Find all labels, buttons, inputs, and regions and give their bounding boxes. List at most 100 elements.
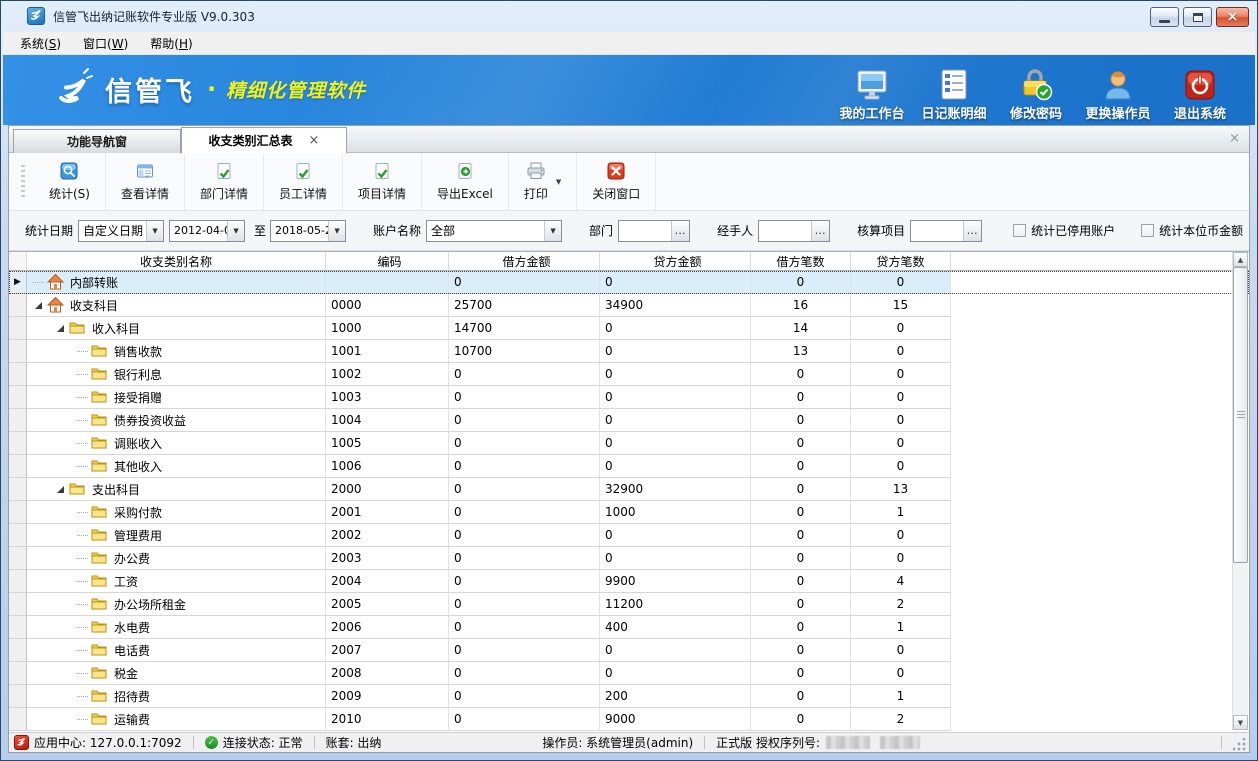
tabbar-close-icon[interactable]: ×: [1229, 131, 1240, 146]
table-row[interactable]: 办公场所租金200501120002: [9, 593, 1249, 616]
column-header-credit-count[interactable]: 贷方笔数: [851, 252, 951, 270]
row-selector[interactable]: [9, 478, 27, 501]
row-selector[interactable]: [9, 685, 27, 708]
expand-icon[interactable]: [35, 302, 42, 309]
switch-operator-button[interactable]: 更换操作员: [1077, 64, 1159, 122]
resize-grip-icon[interactable]: [1233, 738, 1246, 751]
chevron-down-icon[interactable]: ▼: [146, 221, 163, 241]
table-row[interactable]: 运输费20100900002: [9, 708, 1249, 731]
accounting-project-input[interactable]: …: [910, 220, 982, 242]
project-detail-button[interactable]: 项目详情: [343, 153, 422, 210]
exit-system-button[interactable]: 退出系统: [1159, 64, 1241, 122]
row-selector[interactable]: [9, 409, 27, 432]
expand-icon[interactable]: [57, 486, 64, 493]
account-name-select[interactable]: 全部 ▼: [426, 220, 562, 242]
row-selector[interactable]: [9, 616, 27, 639]
column-header-debit-amount[interactable]: 借方金额: [449, 252, 600, 270]
row-selector[interactable]: [9, 662, 27, 685]
tab-function-navigator[interactable]: 功能导航窗: [13, 129, 181, 153]
tab-close-icon[interactable]: ×: [309, 133, 320, 148]
table-row[interactable]: 收支科目000025700349001615: [9, 294, 1249, 317]
row-selector[interactable]: [9, 294, 27, 317]
table-row[interactable]: ▶内部转账0000: [9, 271, 1249, 294]
debit-amount-cell: 0: [449, 547, 600, 570]
scroll-down-icon[interactable]: ▼: [1233, 715, 1248, 730]
close-window-button[interactable]: 关闭窗口: [577, 153, 656, 210]
row-selector[interactable]: [9, 317, 27, 340]
row-selector[interactable]: [9, 593, 27, 616]
table-row[interactable]: 调账收入10050000: [9, 432, 1249, 455]
table-row[interactable]: 销售收款1001107000130: [9, 340, 1249, 363]
date-to-input[interactable]: 2018-05-21 ▼: [270, 220, 346, 242]
view-detail-button[interactable]: 查看详情: [106, 153, 185, 210]
department-detail-button[interactable]: 部门详情: [185, 153, 264, 210]
base-currency-amount-checkbox[interactable]: 统计本位币金额: [1141, 222, 1243, 239]
table-row[interactable]: 税金20080000: [9, 662, 1249, 685]
row-selector[interactable]: [9, 547, 27, 570]
table-row[interactable]: 其他收入10060000: [9, 455, 1249, 478]
table-row[interactable]: 支出科目2000032900013: [9, 478, 1249, 501]
menu-item[interactable]: 系统(S): [9, 32, 72, 55]
row-selector[interactable]: ▶: [9, 271, 27, 294]
print-button[interactable]: 打印 ▼: [509, 153, 577, 210]
menu-item[interactable]: 帮助(H): [139, 32, 203, 55]
journal-detail-button[interactable]: 日记账明细: [913, 64, 995, 122]
row-selector[interactable]: [9, 639, 27, 662]
row-selector[interactable]: [9, 501, 27, 524]
export-excel-button[interactable]: 导出Excel: [422, 153, 509, 210]
change-password-button[interactable]: 修改密码: [995, 64, 1077, 122]
row-selector[interactable]: [9, 386, 27, 409]
table-row[interactable]: 电话费20070000: [9, 639, 1249, 662]
table-row[interactable]: 采购付款20010100001: [9, 501, 1249, 524]
include-disabled-accounts-checkbox[interactable]: 统计已停用账户: [1013, 222, 1115, 239]
employee-detail-button[interactable]: 员工详情: [264, 153, 343, 210]
table-row[interactable]: 债券投资收益10040000: [9, 409, 1249, 432]
table-row[interactable]: 工资20040990004: [9, 570, 1249, 593]
close-button[interactable]: ×: [1216, 7, 1249, 27]
row-selector[interactable]: [9, 570, 27, 593]
row-selector[interactable]: [9, 363, 27, 386]
chevron-down-icon[interactable]: ▼: [227, 221, 244, 241]
table-row[interactable]: 银行利息10020000: [9, 363, 1249, 386]
credit-count-cell: 0: [851, 455, 951, 478]
ellipsis-picker-icon[interactable]: …: [963, 221, 981, 241]
print-dropdown-icon[interactable]: ▼: [556, 178, 561, 186]
table-row[interactable]: 接受捐赠10030000: [9, 386, 1249, 409]
date-type-select[interactable]: 自定义日期 ▼: [78, 220, 164, 242]
chevron-down-icon[interactable]: ▼: [328, 221, 345, 241]
table-row[interactable]: 收入科目1000147000140: [9, 317, 1249, 340]
debit-amount-cell: 0: [449, 616, 600, 639]
row-selector[interactable]: [9, 524, 27, 547]
statistics-button[interactable]: 统计(S): [34, 153, 106, 210]
scrollbar-thumb[interactable]: [1233, 267, 1248, 563]
handler-input[interactable]: …: [758, 220, 830, 242]
maximize-button[interactable]: [1183, 7, 1212, 27]
workbench-button[interactable]: 我的工作台: [831, 64, 913, 122]
expand-icon[interactable]: [57, 325, 64, 332]
row-selector[interactable]: [9, 708, 27, 731]
date-from-input[interactable]: 2012-04-01 ▼: [169, 220, 245, 242]
toolbar-grip[interactable]: [21, 165, 25, 198]
table-row[interactable]: 招待费2009020001: [9, 685, 1249, 708]
chevron-down-icon[interactable]: ▼: [544, 221, 561, 241]
scroll-up-icon[interactable]: ▲: [1233, 252, 1248, 267]
row-selector[interactable]: [9, 432, 27, 455]
table-row[interactable]: 管理费用20020000: [9, 524, 1249, 547]
minimize-button[interactable]: [1150, 7, 1179, 27]
tab-income-expense-summary[interactable]: 收支类别汇总表 ×: [181, 127, 347, 154]
menu-item[interactable]: 窗口(W): [72, 32, 139, 55]
ellipsis-picker-icon[interactable]: …: [671, 221, 689, 241]
column-header-category[interactable]: 收支类别名称: [27, 252, 326, 270]
row-selector[interactable]: [9, 340, 27, 363]
row-selector[interactable]: [9, 455, 27, 478]
table-row[interactable]: 办公费20030000: [9, 547, 1249, 570]
checkbox-icon[interactable]: [1141, 224, 1154, 237]
column-header-code[interactable]: 编码: [326, 252, 449, 270]
checkbox-icon[interactable]: [1013, 224, 1026, 237]
table-row[interactable]: 水电费2006040001: [9, 616, 1249, 639]
column-header-debit-count[interactable]: 借方笔数: [751, 252, 851, 270]
ellipsis-picker-icon[interactable]: …: [811, 221, 829, 241]
column-header-credit-amount[interactable]: 贷方金额: [600, 252, 751, 270]
department-input[interactable]: …: [618, 220, 690, 242]
vertical-scrollbar[interactable]: ▲ ▼: [1232, 252, 1248, 730]
